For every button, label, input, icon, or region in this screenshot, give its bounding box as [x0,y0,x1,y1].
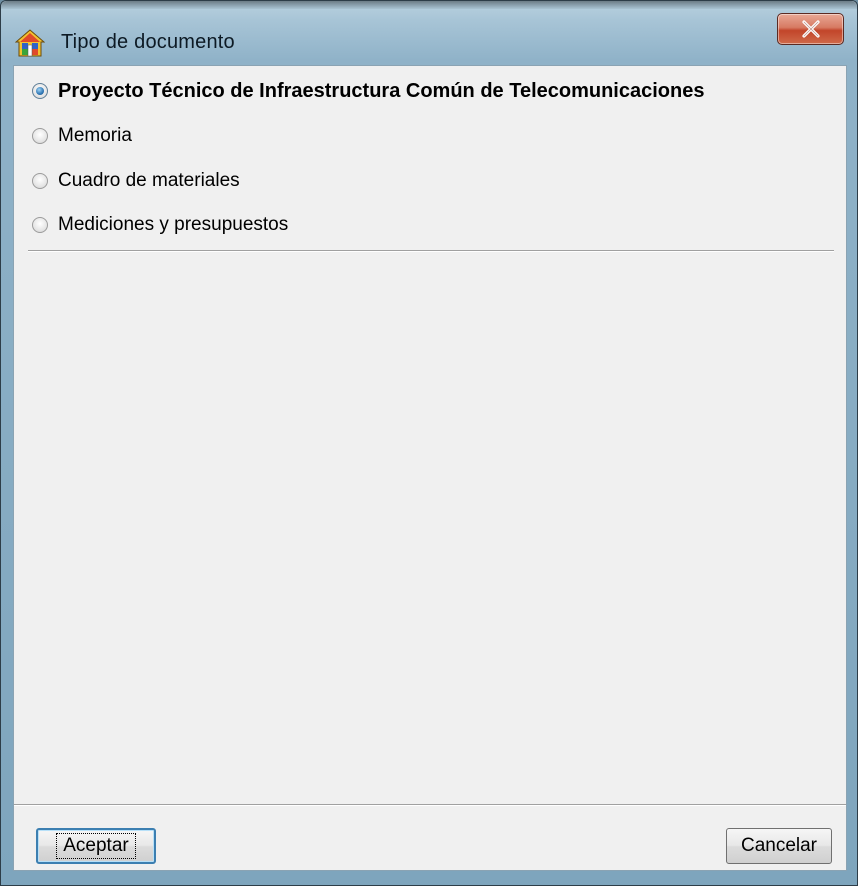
options-separator [28,250,834,252]
window-title: Tipo de documento [61,31,235,53]
dialog-window: Tipo de documento Proyecto Técnico de In… [0,0,858,886]
option-label: Mediciones y presupuestos [58,214,289,235]
house-icon [14,29,46,57]
footer-separator [14,804,846,806]
title-bar[interactable]: Tipo de documento [1,1,857,63]
radio-button[interactable] [32,173,48,189]
top-strip [1,1,857,9]
option-label: Cuadro de materiales [58,170,240,191]
radio-button-checked[interactable] [32,83,48,99]
radio-button[interactable] [32,128,48,144]
dialog-content: Proyecto Técnico de Infraestructura Comú… [13,65,847,871]
accept-button-label: Aceptar [56,833,136,859]
option-label: Proyecto Técnico de Infraestructura Comú… [58,79,705,102]
option-memoria[interactable]: Memoria [32,121,132,151]
accept-button[interactable]: Aceptar [36,828,156,864]
close-icon [801,20,821,38]
option-label: Memoria [58,125,132,146]
option-cuadro-de-materiales[interactable]: Cuadro de materiales [32,166,240,196]
cancel-button[interactable]: Cancelar [726,828,832,864]
cancel-button-label: Cancelar [740,835,818,856]
radio-button[interactable] [32,217,48,233]
option-proyecto-tecnico[interactable]: Proyecto Técnico de Infraestructura Comú… [32,76,704,106]
close-button[interactable] [777,13,844,45]
option-mediciones[interactable]: Mediciones y presupuestos [32,210,288,240]
